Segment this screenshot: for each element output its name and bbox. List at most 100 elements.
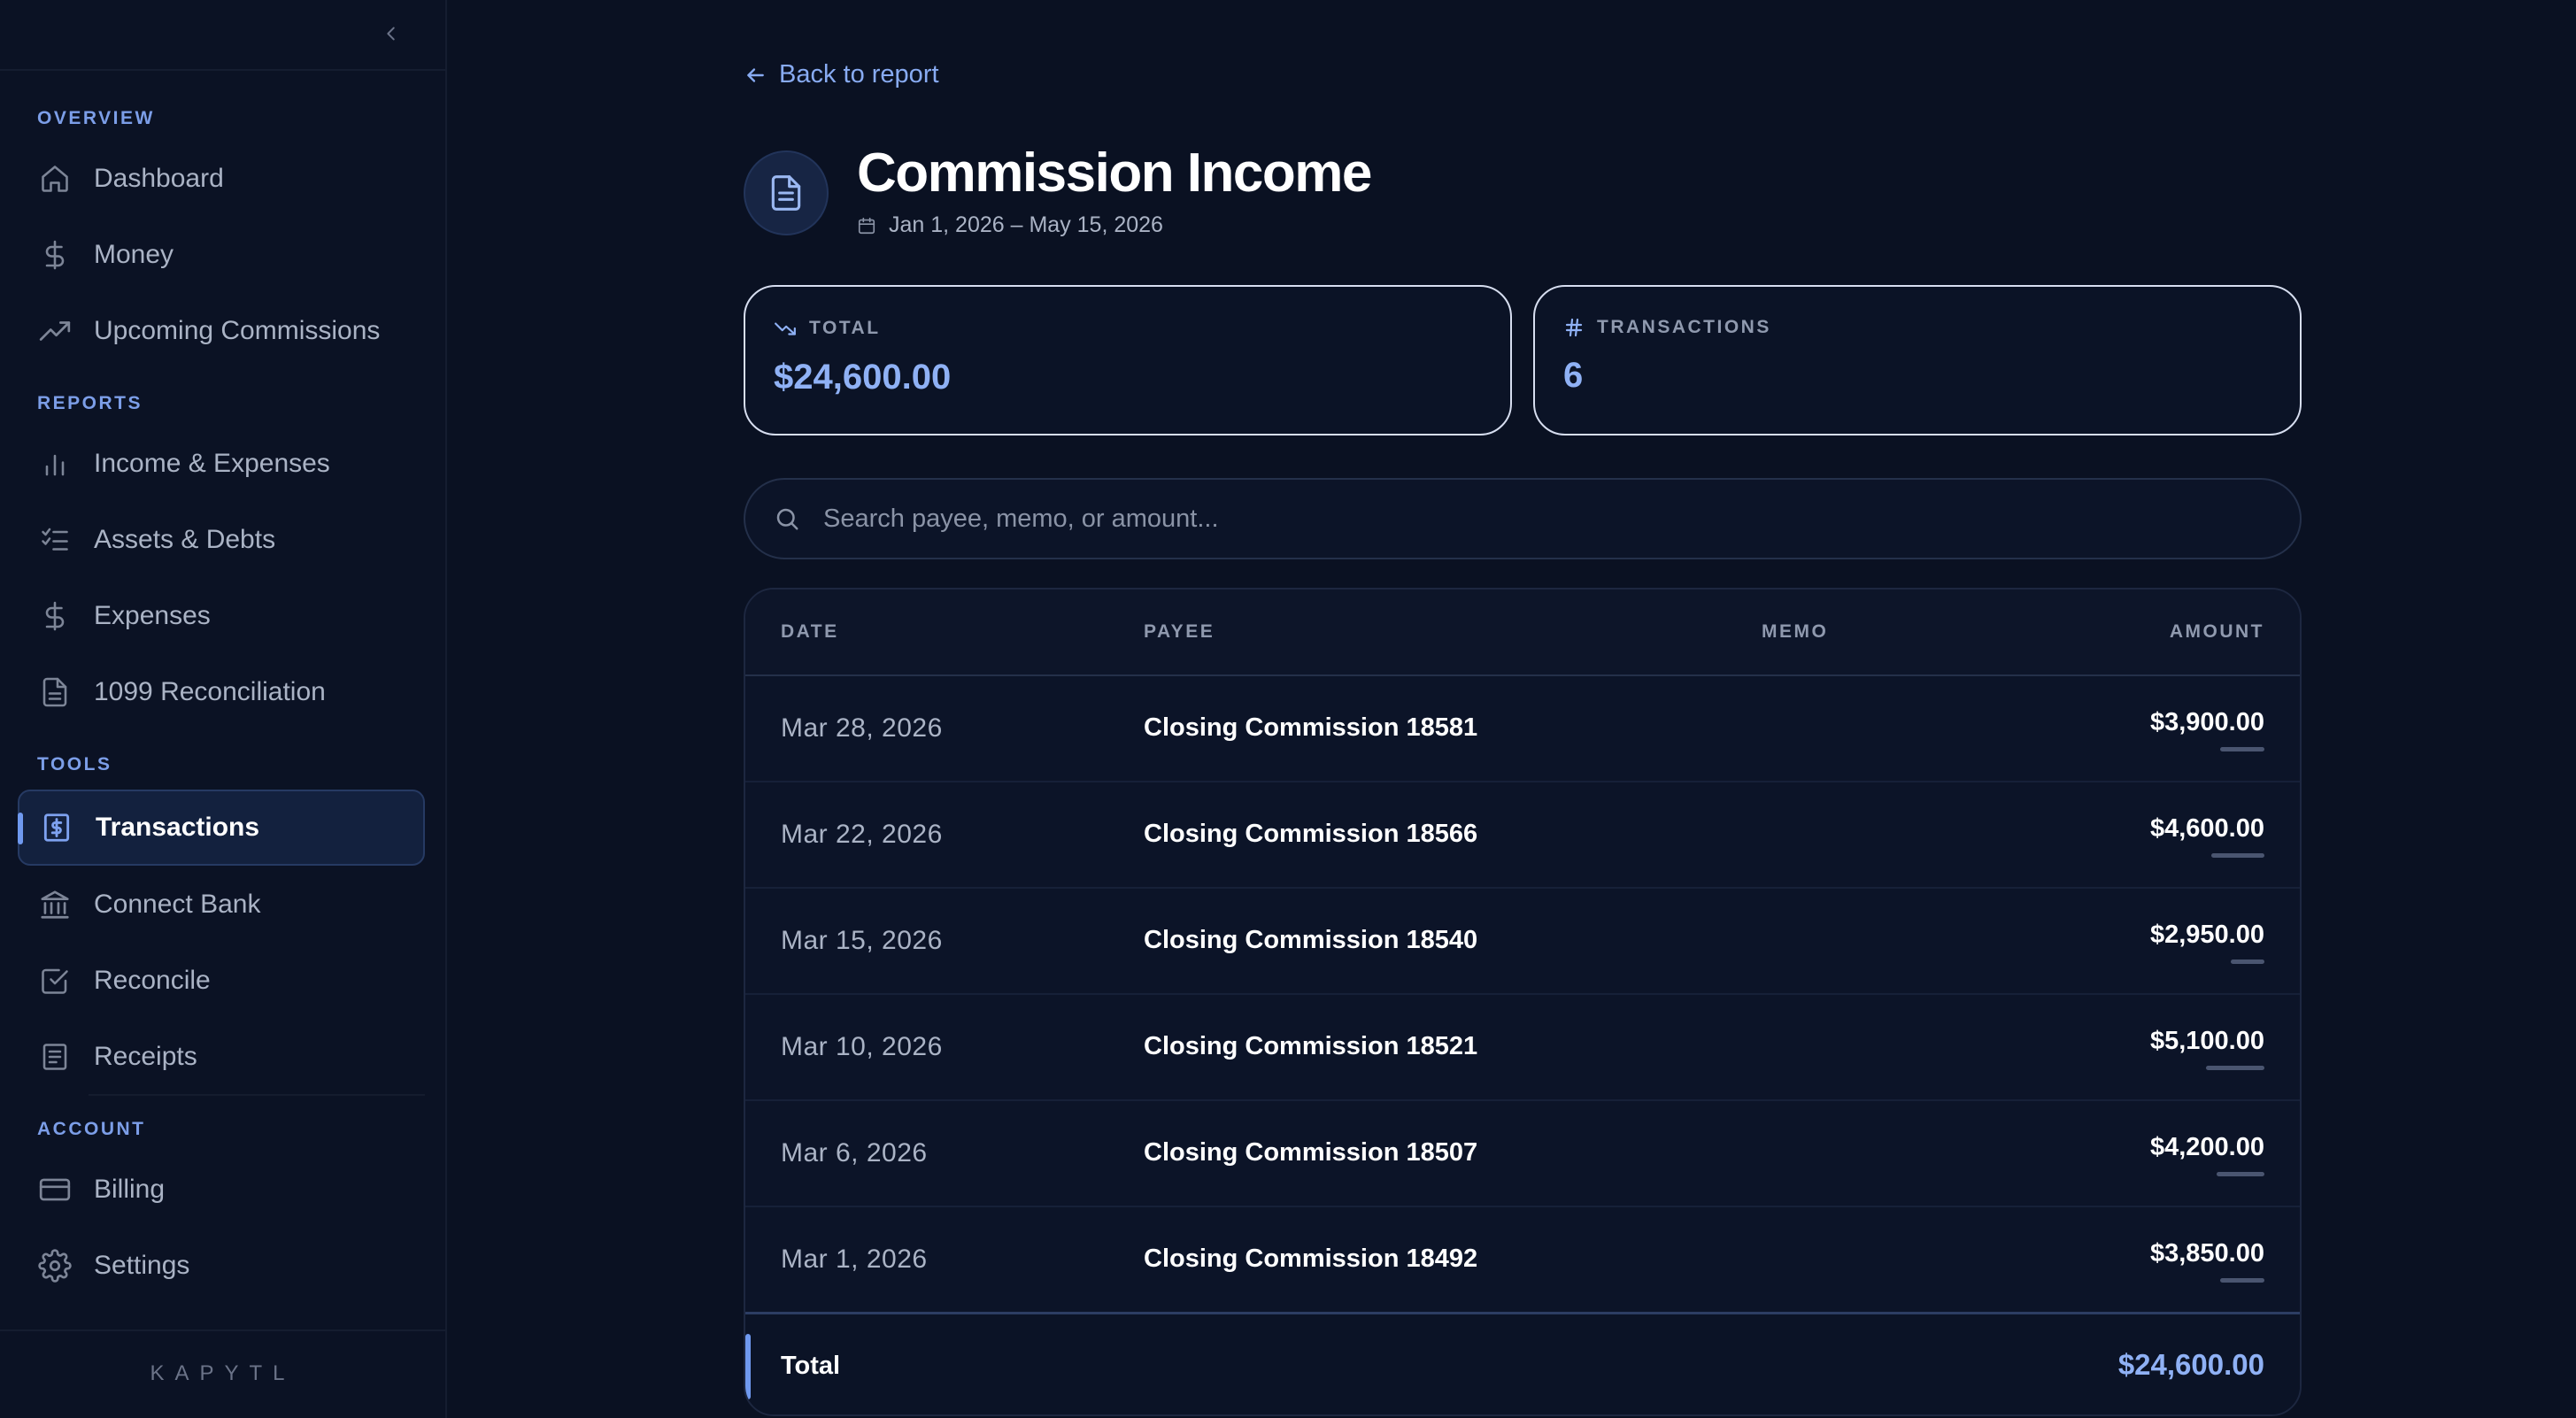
stat-label: TRANSACTIONS	[1597, 317, 1771, 337]
cell-payee: Closing Commission 18581	[1144, 713, 1478, 742]
gear-icon	[37, 1248, 73, 1283]
amount-bar-track	[2206, 1066, 2264, 1070]
transactions-table: DATE PAYEE MEMO AMOUNT Mar 28, 2026 Closi…	[744, 588, 2302, 1416]
sidebar-item-reconcile[interactable]: Reconcile	[18, 944, 425, 1018]
sidebar-item-label: Upcoming Commissions	[94, 316, 381, 345]
amount-bar-track	[2206, 747, 2264, 751]
column-header-memo[interactable]: MEMO	[1762, 621, 1828, 643]
column-header-date[interactable]: DATE	[781, 621, 839, 643]
amount-bar	[2231, 959, 2264, 964]
amount-bar	[2206, 1066, 2264, 1070]
total-stat-card: TOTAL $24,600.00	[744, 285, 1512, 435]
sidebar-item-label: Connect Bank	[94, 890, 261, 919]
bank-icon	[37, 887, 73, 922]
checklist-icon	[37, 522, 73, 558]
report-icon	[744, 150, 829, 235]
sidebar-item-income-expenses[interactable]: Income & Expenses	[18, 427, 425, 501]
cell-amount: $4,200.00	[2149, 1133, 2264, 1161]
sidebar-item-upcoming-commissions[interactable]: Upcoming Commissions	[18, 294, 425, 368]
bar-chart-icon	[37, 446, 73, 482]
sidebar-item-label: Transactions	[96, 813, 260, 842]
sidebar-item-1099-reconciliation[interactable]: 1099 Reconciliation	[18, 655, 425, 729]
cell-date: Mar 15, 2026	[781, 926, 943, 955]
sidebar-item-billing[interactable]: Billing	[18, 1152, 425, 1227]
collapse-sidebar-button[interactable]	[375, 18, 407, 50]
sidebar-item-label: Expenses	[94, 601, 211, 630]
column-header-payee[interactable]: PAYEE	[1144, 621, 1215, 643]
amount-bar	[2220, 747, 2264, 751]
page-title: Commission Income	[857, 143, 1372, 204]
sidebar-item-receipts[interactable]: Receipts	[18, 1020, 425, 1094]
table-row[interactable]: Mar 10, 2026 Closing Commission 18521 $5,1…	[745, 995, 2300, 1101]
amount-bar	[2217, 1172, 2264, 1176]
date-range: Jan 1, 2026 – May 15, 2026	[857, 212, 1163, 238]
document-icon	[771, 175, 801, 211]
sidebar-item-expenses[interactable]: Expenses	[18, 579, 425, 653]
stat-header: TOTAL	[774, 317, 1482, 340]
chevron-left-icon	[387, 27, 395, 41]
amount-bar-track	[2206, 853, 2264, 858]
table-total-row: Total $24,600.00	[745, 1312, 2300, 1414]
hash-icon	[1565, 318, 1583, 337]
sidebar-item-settings[interactable]: Settings	[18, 1229, 425, 1303]
cell-amount: $5,100.00	[2149, 1027, 2264, 1055]
cell-payee: Closing Commission 18492	[1144, 1245, 1478, 1273]
sidebar-item-label: Income & Expenses	[94, 449, 330, 478]
cell-amount: $2,950.00	[2149, 921, 2264, 949]
app-root: OVERVIEW Dashboard Money Upcoming Commis…	[0, 0, 2576, 1418]
back-link-label: Back to report	[779, 60, 939, 89]
section-label-tools: TOOLS	[37, 754, 112, 775]
trending-up-icon	[37, 313, 73, 349]
sidebar-item-label: Receipts	[94, 1042, 197, 1071]
sidebar-item-assets-debts[interactable]: Assets & Debts	[18, 503, 425, 577]
amount-bar-track	[2206, 959, 2264, 964]
section-label-reports: REPORTS	[37, 393, 143, 413]
calendar-icon	[858, 217, 875, 234]
sidebar-item-label: Dashboard	[94, 164, 224, 193]
sidebar-item-label: Money	[94, 240, 174, 269]
search-input[interactable]	[823, 504, 2240, 534]
credit-card-icon	[37, 1172, 73, 1207]
column-header-amount[interactable]: AMOUNT	[2170, 621, 2264, 643]
total-value: $24,600.00	[2117, 1348, 2264, 1381]
total-accent-bar	[745, 1334, 751, 1399]
table-row[interactable]: Mar 15, 2026 Closing Commission 18540 $2,9…	[745, 889, 2300, 995]
table-row[interactable]: Mar 22, 2026 Closing Commission 18566 $4,6…	[745, 782, 2300, 889]
cell-date: Mar 1, 2026	[781, 1245, 928, 1274]
amount-bar-track	[2206, 1278, 2264, 1283]
sidebar: OVERVIEW Dashboard Money Upcoming Commis…	[0, 0, 447, 1418]
date-range-text: Jan 1, 2026 – May 15, 2026	[889, 212, 1163, 237]
table-row[interactable]: Mar 6, 2026 Closing Commission 18507 $4,20…	[745, 1101, 2300, 1207]
search-box[interactable]	[744, 478, 2302, 559]
sidebar-item-label: Billing	[94, 1175, 166, 1204]
table-row[interactable]: Mar 28, 2026 Closing Commission 18581 $3,9…	[745, 676, 2300, 782]
cell-date: Mar 28, 2026	[781, 713, 943, 743]
stat-value: $24,600.00	[774, 358, 952, 397]
section-label-account: ACCOUNT	[37, 1119, 146, 1139]
sidebar-item-dashboard[interactable]: Dashboard	[18, 142, 425, 216]
amount-bar	[2211, 853, 2264, 858]
cell-date: Mar 6, 2026	[781, 1138, 928, 1168]
cell-payee: Closing Commission 18540	[1144, 926, 1478, 954]
arrow-left-icon	[747, 67, 764, 82]
cell-amount: $4,600.00	[2149, 814, 2264, 843]
sidebar-item-money[interactable]: Money	[18, 218, 425, 292]
sidebar-item-label: 1099 Reconciliation	[94, 677, 326, 706]
check-square-icon	[37, 963, 73, 998]
table-row[interactable]: Mar 1, 2026 Closing Commission 18492 $3,85…	[745, 1207, 2300, 1314]
sidebar-divider	[0, 69, 445, 71]
back-to-report-link[interactable]: Back to report	[744, 60, 939, 89]
home-icon	[37, 161, 73, 197]
receipt-icon	[37, 1039, 73, 1075]
stat-value: 6	[1563, 356, 1584, 395]
receipt-dollar-icon	[39, 810, 74, 845]
trending-down-icon	[775, 322, 796, 335]
active-indicator	[18, 813, 23, 844]
sidebar-item-transactions[interactable]: Transactions	[18, 790, 425, 866]
table-header: DATE PAYEE MEMO AMOUNT	[745, 590, 2300, 676]
total-label: Total	[781, 1352, 841, 1380]
cell-date: Mar 22, 2026	[781, 820, 943, 849]
cell-amount: $3,900.00	[2149, 708, 2264, 736]
sidebar-item-connect-bank[interactable]: Connect Bank	[18, 867, 425, 942]
cell-payee: Closing Commission 18521	[1144, 1032, 1478, 1060]
